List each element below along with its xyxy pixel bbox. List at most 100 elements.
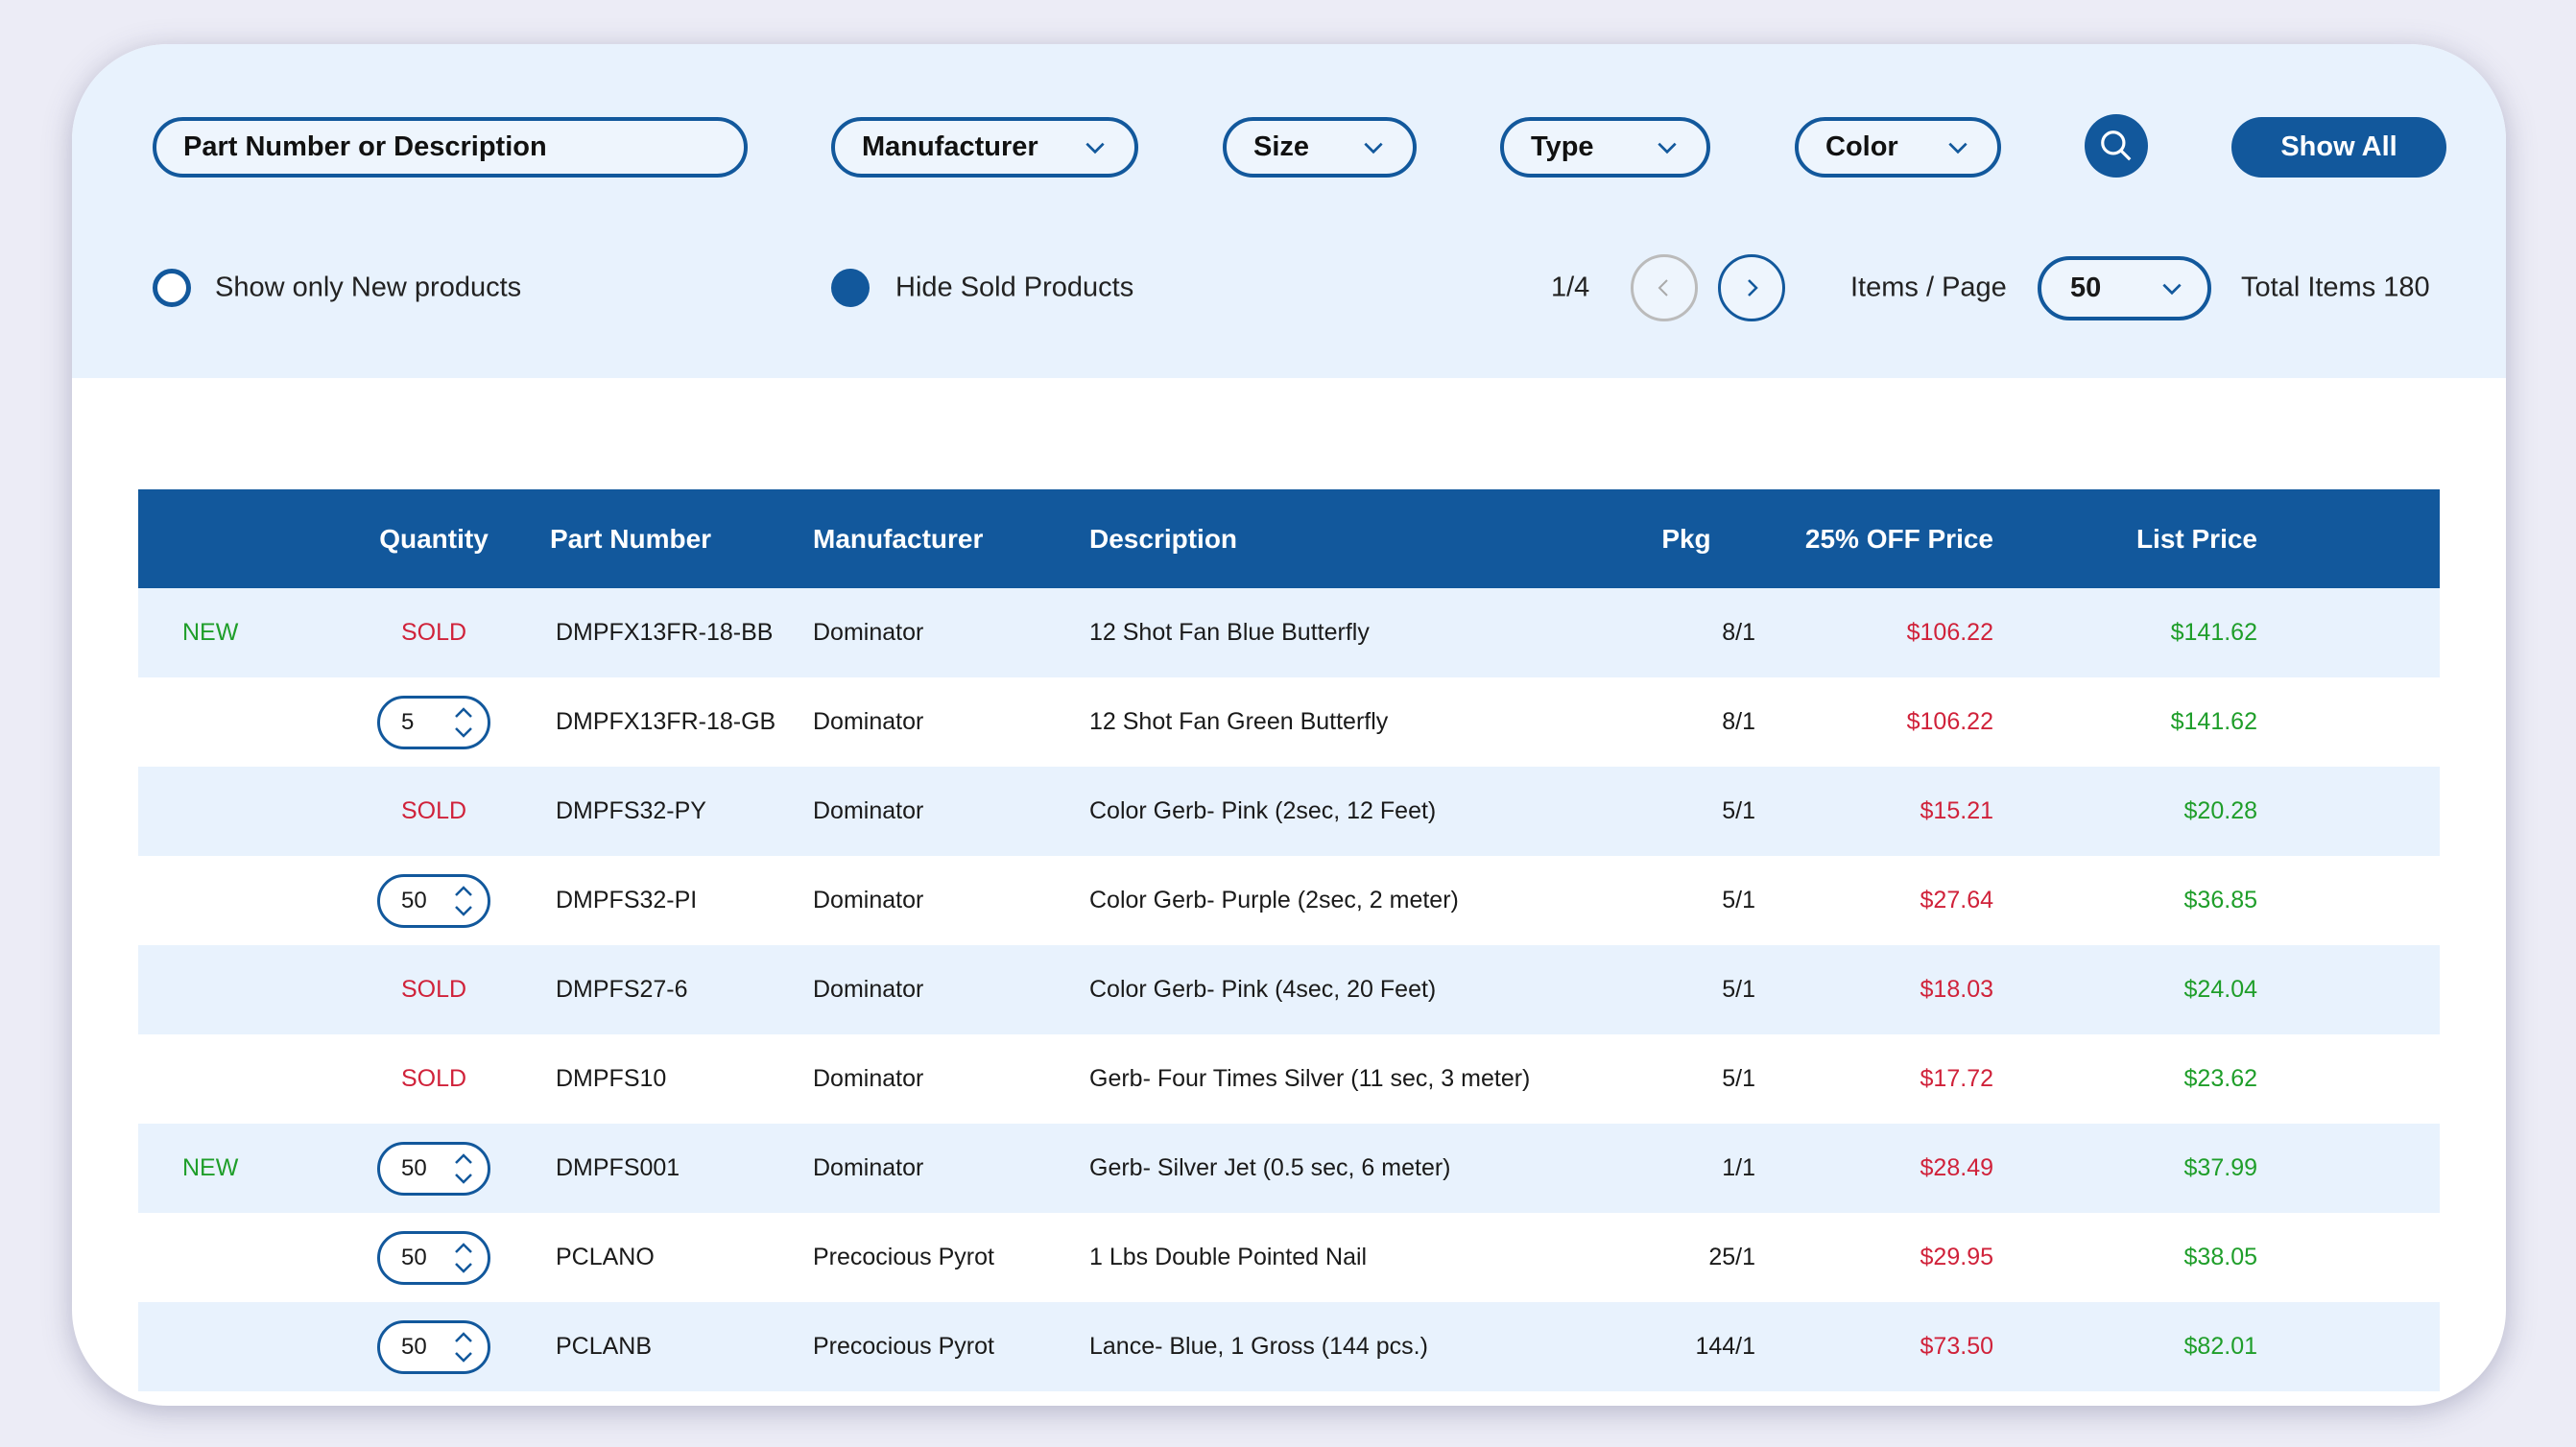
filter-bar: [72, 44, 2506, 378]
hide-sold-radio[interactable]: [831, 269, 870, 307]
quantity-stepper[interactable]: 50: [377, 1230, 490, 1285]
size-label: Size: [1253, 131, 1310, 162]
list-price: $38.05: [2183, 1244, 2257, 1270]
sold-label: SOLD: [400, 976, 467, 1003]
search-icon: [2101, 130, 2132, 161]
chevron-right-icon: [1748, 279, 1758, 297]
manufacturer-dropdown[interactable]: Manufacturer: [831, 117, 1138, 178]
col-manufacturer[interactable]: Manufacturer: [813, 489, 1089, 588]
chevron-down-icon: [1948, 142, 1968, 154]
new-badge: [138, 1034, 323, 1124]
pkg: 8/1: [1722, 619, 1755, 646]
products-table: Quantity Part Number Manufacturer Descri…: [138, 489, 2440, 1391]
up-down-arrows-icon[interactable]: [453, 705, 474, 740]
table-row: SOLD DMPFS27-6 Dominator Color Gerb- Pin…: [138, 945, 2440, 1034]
up-down-arrows-icon[interactable]: [453, 1241, 474, 1275]
part-number: DMPFS001: [556, 1154, 680, 1181]
up-down-arrows-icon[interactable]: [453, 884, 474, 918]
list-price: $37.99: [2183, 1154, 2257, 1181]
table-row: 5 DMPFX13FR-18-GB Dominator 12 Shot Fan …: [138, 677, 2440, 767]
sale-price: $28.49: [1920, 1154, 1993, 1181]
list-price: $141.62: [2170, 708, 2257, 735]
items-per-page-label: Items / Page: [1850, 272, 2007, 303]
new-badge: [138, 677, 323, 767]
manufacturer: Dominator: [813, 1154, 924, 1181]
description: Gerb- Four Times Silver (11 sec, 3 meter…: [1089, 1065, 1531, 1092]
search-button[interactable]: [2085, 114, 2148, 178]
up-down-arrows-icon[interactable]: [453, 1330, 474, 1364]
part-number: DMPFS27-6: [556, 976, 688, 1003]
show-new-label: Show only New products: [215, 272, 522, 303]
col-sale-price[interactable]: 25% OFF Price: [1755, 489, 1993, 588]
col-quantity[interactable]: Quantity: [323, 489, 544, 588]
part-number: DMPFX13FR-18-GB: [556, 708, 776, 735]
product-panel: Part Number or Description Manufacturer …: [72, 44, 2506, 1406]
quantity-stepper[interactable]: 5: [377, 695, 490, 749]
show-new-radio[interactable]: [153, 269, 191, 307]
manufacturer: Dominator: [813, 619, 924, 646]
description: 12 Shot Fan Green Butterfly: [1089, 708, 1389, 735]
sale-price: $27.64: [1920, 887, 1993, 913]
table-row: 50 DMPFS32-PI Dominator Color Gerb- Purp…: [138, 856, 2440, 945]
chevron-down-icon: [2162, 283, 2182, 295]
list-price: $23.62: [2183, 1065, 2257, 1092]
sold-label: SOLD: [400, 1065, 467, 1092]
quantity-stepper[interactable]: 50: [377, 1141, 490, 1196]
description: 1 Lbs Double Pointed Nail: [1089, 1244, 1368, 1270]
description: 12 Shot Fan Blue Butterfly: [1089, 619, 1370, 646]
pkg: 5/1: [1722, 887, 1755, 913]
show-all-button[interactable]: Show All: [2231, 117, 2446, 178]
manufacturer: Dominator: [813, 887, 924, 913]
search-placeholder: Part Number or Description: [183, 131, 547, 162]
table-row: NEW 50 DMPFS001 Dominator Gerb- Silver Je…: [138, 1124, 2440, 1213]
part-number: DMPFS32-PI: [556, 887, 698, 913]
col-list-price[interactable]: List Price: [1993, 489, 2257, 588]
list-price: $141.62: [2170, 619, 2257, 646]
manufacturer-label: Manufacturer: [862, 131, 1038, 162]
sale-price: $15.21: [1920, 797, 1993, 824]
col-pkg[interactable]: Pkg: [1617, 489, 1755, 588]
next-page-button[interactable]: [1718, 254, 1785, 321]
sold-label: SOLD: [400, 797, 467, 824]
manufacturer: Dominator: [813, 1065, 924, 1092]
new-badge: [138, 767, 323, 856]
col-description[interactable]: Description: [1089, 489, 1617, 588]
items-per-page-value: 50: [2070, 273, 2102, 303]
quantity-stepper[interactable]: 50: [377, 1319, 490, 1374]
new-badge: [138, 856, 323, 945]
color-label: Color: [1825, 131, 1898, 162]
table-row: 50 PCLANO Precocious Pyrot 1 Lbs Double …: [138, 1213, 2440, 1302]
list-price: $20.28: [2183, 797, 2257, 824]
quantity-value: 50: [401, 1333, 427, 1360]
sale-price: $73.50: [1920, 1333, 1993, 1360]
pkg: 5/1: [1722, 797, 1755, 824]
search-input[interactable]: Part Number or Description: [153, 117, 748, 178]
new-badge: [138, 1213, 323, 1302]
pkg: 25/1: [1708, 1244, 1755, 1270]
manufacturer: Precocious Pyrot: [813, 1244, 994, 1270]
col-part-number[interactable]: Part Number: [544, 489, 813, 588]
sale-price: $17.72: [1920, 1065, 1993, 1092]
new-badge: [138, 1302, 323, 1391]
quantity-value: 50: [401, 1244, 427, 1270]
part-number: DMPFS32-PY: [556, 797, 706, 824]
list-price: $82.01: [2183, 1333, 2257, 1360]
description: Color Gerb- Purple (2sec, 2 meter): [1089, 887, 1459, 913]
quantity-value: 5: [401, 708, 415, 735]
size-dropdown[interactable]: Size: [1223, 117, 1417, 178]
items-per-page-select[interactable]: 50: [2038, 256, 2211, 320]
description: Color Gerb- Pink (4sec, 20 Feet): [1089, 976, 1437, 1003]
color-dropdown[interactable]: Color: [1795, 117, 2001, 178]
list-price: $36.85: [2183, 887, 2257, 913]
manufacturer: Dominator: [813, 708, 924, 735]
type-dropdown[interactable]: Type: [1500, 117, 1710, 178]
pkg: 144/1: [1695, 1333, 1755, 1360]
type-label: Type: [1531, 131, 1594, 162]
prev-page-button[interactable]: [1631, 254, 1698, 321]
quantity-value: 50: [401, 1154, 427, 1181]
chevron-left-icon: [1658, 279, 1668, 297]
pkg: 5/1: [1722, 976, 1755, 1003]
up-down-arrows-icon[interactable]: [453, 1151, 474, 1186]
new-badge: [138, 945, 323, 1034]
quantity-stepper[interactable]: 50: [377, 873, 490, 928]
